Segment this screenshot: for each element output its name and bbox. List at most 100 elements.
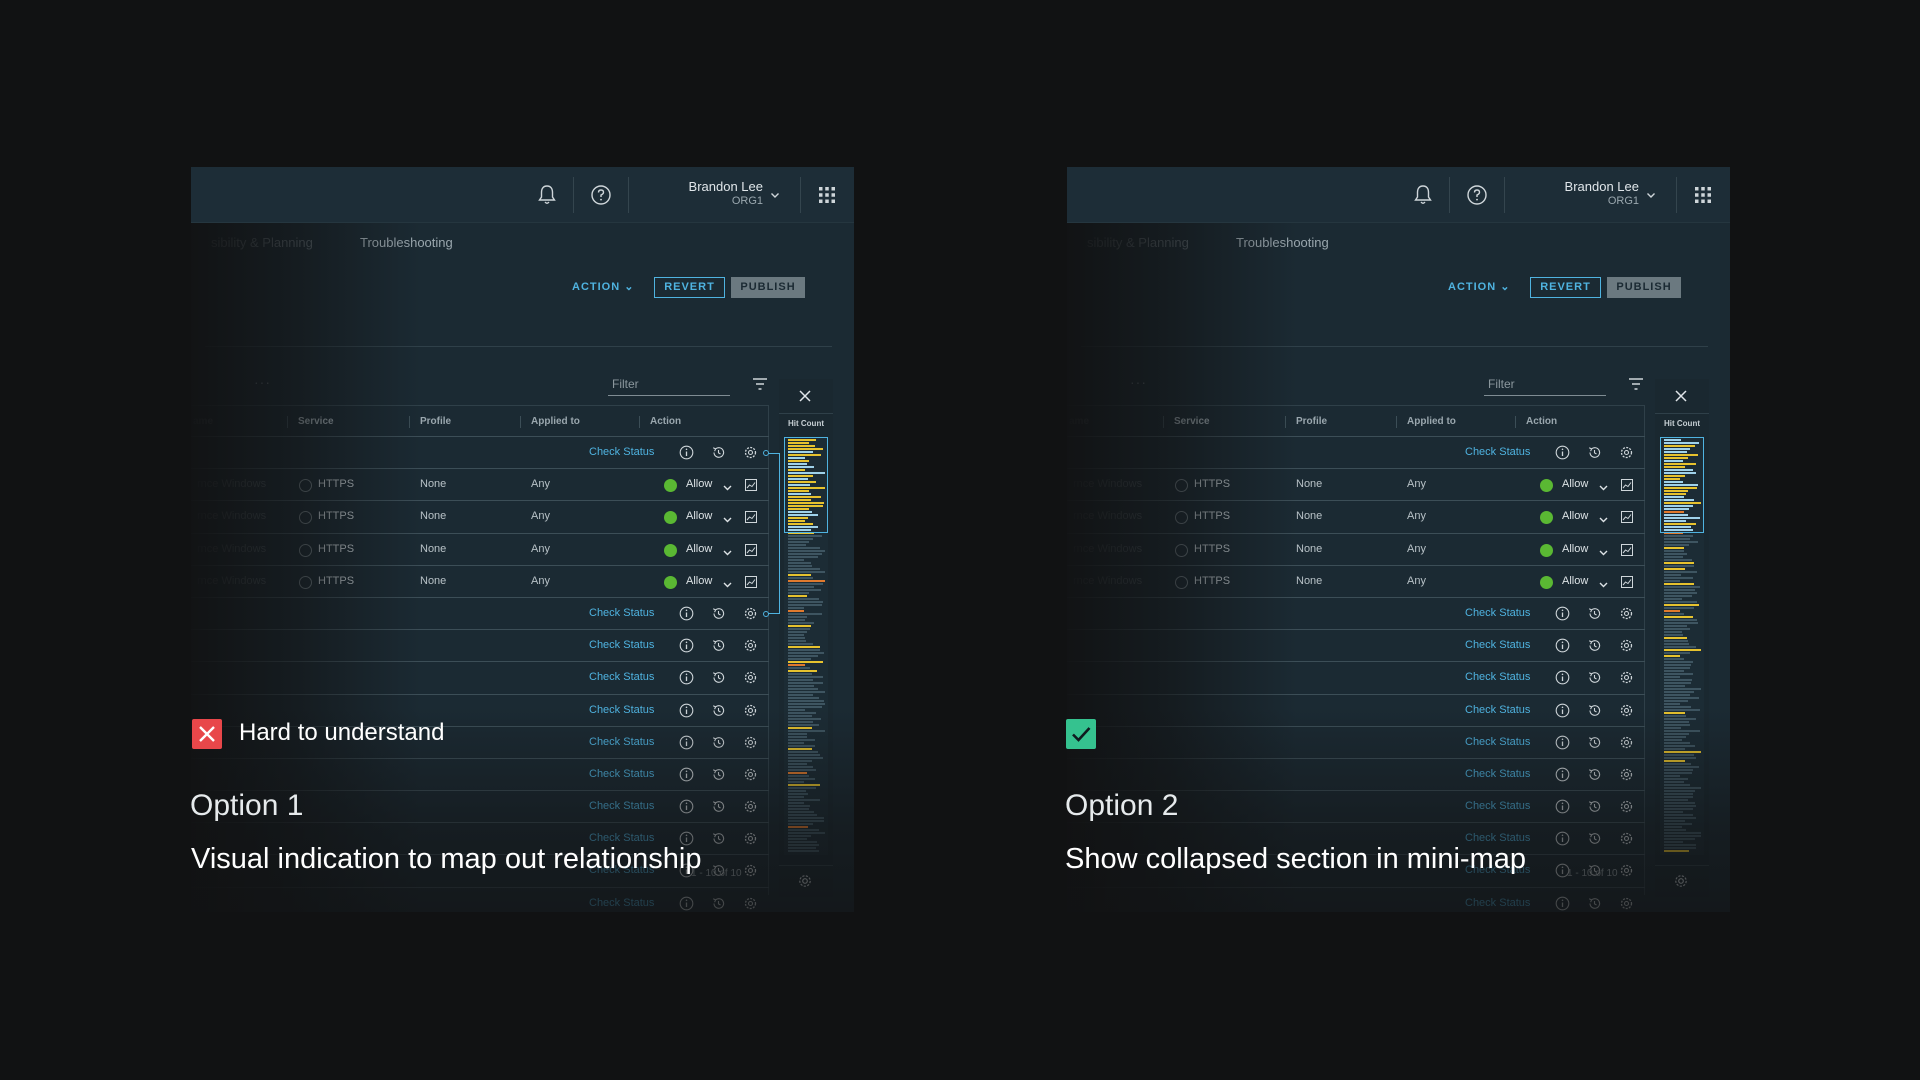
check-status-link[interactable]: Check Status bbox=[1465, 607, 1530, 619]
action-select[interactable]: Allow bbox=[1562, 478, 1588, 490]
info-icon[interactable] bbox=[1555, 703, 1570, 718]
check-status-link[interactable]: Check Status bbox=[1465, 736, 1530, 748]
info-icon[interactable] bbox=[1555, 767, 1570, 782]
history-icon[interactable] bbox=[1587, 445, 1602, 460]
chevron-down-icon[interactable] bbox=[722, 545, 733, 556]
info-icon[interactable] bbox=[679, 735, 694, 750]
tab-troubleshooting[interactable]: Troubleshooting bbox=[1236, 235, 1329, 250]
publish-button[interactable]: PUBLISH bbox=[1607, 277, 1681, 298]
history-icon[interactable] bbox=[711, 735, 726, 750]
gear-icon[interactable] bbox=[1619, 896, 1634, 911]
column-header-profile[interactable]: Profile bbox=[409, 416, 451, 428]
bell-icon[interactable] bbox=[534, 182, 560, 208]
action-menu-button[interactable]: ACTION ⌄ bbox=[572, 280, 634, 293]
check-status-link[interactable]: Check Status bbox=[589, 704, 654, 716]
history-icon[interactable] bbox=[1587, 735, 1602, 750]
chart-icon[interactable] bbox=[744, 543, 758, 557]
check-status-link[interactable]: Check Status bbox=[589, 639, 654, 651]
gear-icon[interactable] bbox=[1619, 799, 1634, 814]
check-status-link[interactable]: Check Status bbox=[589, 446, 654, 458]
user-menu[interactable]: Brandon Lee ORG1 bbox=[1547, 179, 1639, 207]
info-icon[interactable] bbox=[1555, 670, 1570, 685]
history-icon[interactable] bbox=[711, 831, 726, 846]
action-select[interactable]: Allow bbox=[686, 575, 712, 587]
history-icon[interactable] bbox=[1587, 831, 1602, 846]
gear-icon[interactable] bbox=[743, 863, 758, 878]
filter-icon[interactable] bbox=[751, 376, 769, 392]
action-select[interactable]: Allow bbox=[1562, 543, 1588, 555]
rule-row[interactable]: rnce Windows HTTPS None Any Allow bbox=[191, 566, 769, 598]
history-icon[interactable] bbox=[1587, 767, 1602, 782]
chart-icon[interactable] bbox=[1620, 478, 1634, 492]
rule-row[interactable]: rnce Windows HTTPS None Any Allow bbox=[191, 469, 769, 502]
check-status-link[interactable]: Check Status bbox=[1465, 639, 1530, 651]
check-status-link[interactable]: Check Status bbox=[1465, 800, 1530, 812]
app-grid-icon[interactable] bbox=[1693, 185, 1713, 205]
check-status-link[interactable]: Check Status bbox=[589, 768, 654, 780]
column-header-name[interactable]: ame bbox=[191, 416, 213, 428]
check-status-link[interactable]: Check Status bbox=[589, 897, 654, 909]
filter-icon[interactable] bbox=[1627, 376, 1645, 392]
info-icon[interactable] bbox=[679, 896, 694, 911]
gear-icon[interactable] bbox=[1619, 703, 1634, 718]
column-header-applied-to[interactable]: Applied to bbox=[520, 416, 580, 428]
chevron-down-icon[interactable] bbox=[1598, 577, 1609, 588]
check-status-link[interactable]: Check Status bbox=[1465, 768, 1530, 780]
tab-visibility-planning[interactable]: sibility & Planning bbox=[211, 235, 313, 250]
info-icon[interactable] bbox=[1555, 445, 1570, 460]
gear-icon[interactable] bbox=[1619, 735, 1634, 750]
gear-icon[interactable] bbox=[743, 638, 758, 653]
chart-icon[interactable] bbox=[1620, 510, 1634, 524]
filter-input[interactable] bbox=[608, 372, 730, 396]
chart-icon[interactable] bbox=[1620, 575, 1634, 589]
gear-icon[interactable] bbox=[1619, 445, 1634, 460]
info-icon[interactable] bbox=[679, 638, 694, 653]
info-icon[interactable] bbox=[679, 767, 694, 782]
rule-row[interactable]: rnce Windows HTTPS None Any Allow bbox=[1067, 469, 1645, 502]
help-icon[interactable] bbox=[1464, 182, 1490, 208]
info-icon[interactable] bbox=[1555, 799, 1570, 814]
history-icon[interactable] bbox=[1587, 799, 1602, 814]
gear-icon[interactable] bbox=[743, 799, 758, 814]
history-icon[interactable] bbox=[1587, 703, 1602, 718]
rule-row[interactable]: rnce Windows HTTPS None Any Allow bbox=[1067, 501, 1645, 534]
chart-icon[interactable] bbox=[1620, 543, 1634, 557]
history-icon[interactable] bbox=[711, 767, 726, 782]
column-header-service[interactable]: Service bbox=[287, 416, 334, 428]
action-select[interactable]: Allow bbox=[686, 478, 712, 490]
check-status-link[interactable]: Check Status bbox=[589, 607, 654, 619]
column-header-name[interactable]: ame bbox=[1067, 416, 1089, 428]
tab-troubleshooting[interactable]: Troubleshooting bbox=[360, 235, 453, 250]
gear-icon[interactable] bbox=[743, 735, 758, 750]
history-icon[interactable] bbox=[711, 606, 726, 621]
gear-icon[interactable] bbox=[743, 445, 758, 460]
revert-button[interactable]: REVERT bbox=[654, 277, 725, 298]
chart-icon[interactable] bbox=[744, 478, 758, 492]
rule-row[interactable]: rnce Windows HTTPS None Any Allow bbox=[1067, 566, 1645, 598]
chevron-down-icon[interactable] bbox=[722, 512, 733, 523]
chart-icon[interactable] bbox=[744, 510, 758, 524]
column-header-profile[interactable]: Profile bbox=[1285, 416, 1327, 428]
check-status-link[interactable]: Check Status bbox=[1465, 671, 1530, 683]
revert-button[interactable]: REVERT bbox=[1530, 277, 1601, 298]
gear-icon[interactable] bbox=[743, 703, 758, 718]
check-status-link[interactable]: Check Status bbox=[1465, 446, 1530, 458]
rule-row[interactable]: rnce Windows HTTPS None Any Allow bbox=[191, 534, 769, 566]
info-icon[interactable] bbox=[679, 445, 694, 460]
more-icon[interactable]: ··· bbox=[254, 374, 271, 390]
tab-visibility-planning[interactable]: sibility & Planning bbox=[1087, 235, 1189, 250]
chevron-down-icon[interactable] bbox=[1598, 512, 1609, 523]
bell-icon[interactable] bbox=[1410, 182, 1436, 208]
check-status-link[interactable]: Check Status bbox=[1465, 704, 1530, 716]
chevron-down-icon[interactable] bbox=[1645, 189, 1657, 201]
check-status-link[interactable]: Check Status bbox=[589, 736, 654, 748]
app-grid-icon[interactable] bbox=[817, 185, 837, 205]
check-status-link[interactable]: Check Status bbox=[589, 671, 654, 683]
chevron-down-icon[interactable] bbox=[722, 577, 733, 588]
check-status-link[interactable]: Check Status bbox=[1465, 897, 1530, 909]
info-icon[interactable] bbox=[679, 799, 694, 814]
mini-map-track[interactable] bbox=[784, 437, 828, 855]
action-menu-button[interactable]: ACTION ⌄ bbox=[1448, 280, 1510, 293]
gear-icon[interactable] bbox=[1619, 767, 1634, 782]
gear-icon[interactable] bbox=[743, 767, 758, 782]
